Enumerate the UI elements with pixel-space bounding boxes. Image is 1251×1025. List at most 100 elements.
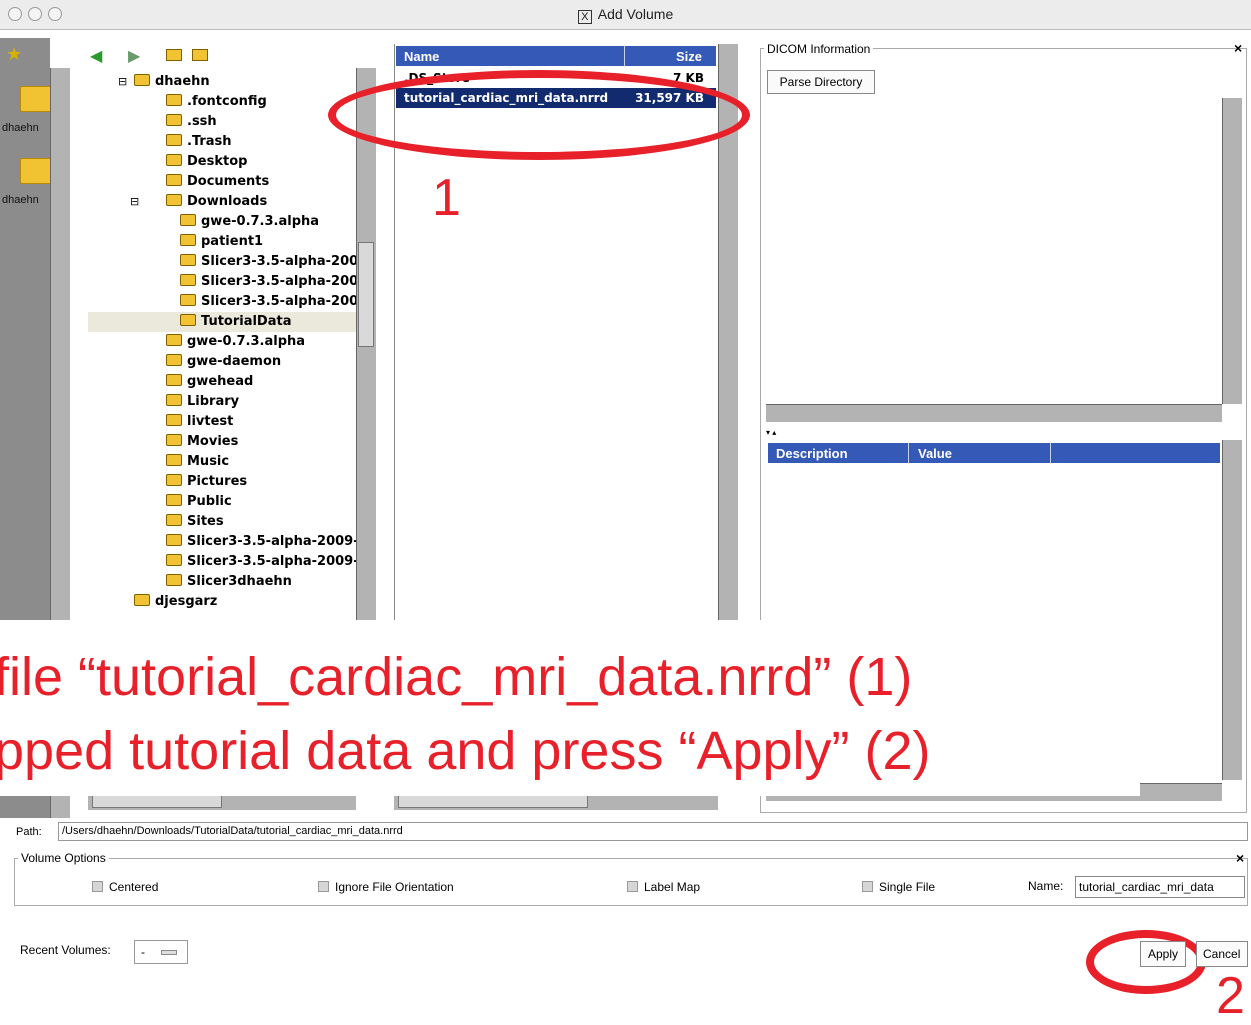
tree-scrollbar-thumb[interactable] (358, 242, 374, 347)
path-label: Path: (16, 826, 42, 838)
label-map-checkbox[interactable]: Label Map (627, 880, 700, 894)
folder-icon (166, 94, 182, 106)
tree-item-label: Slicer3dhaehn (187, 574, 292, 589)
tree-scrollbar[interactable] (356, 68, 376, 628)
instruction-line-1: file “tutorial_cardiac_mri_data.nrrd” (1… (0, 647, 913, 707)
tree-item[interactable]: Public (166, 492, 232, 512)
folder-icon (166, 514, 182, 526)
tree-item[interactable]: Slicer3dhaehn (166, 572, 292, 592)
tree-item-label: Slicer3-3.5-alpha-2009-1 (201, 254, 356, 269)
tree-item-label: Music (187, 454, 230, 469)
collapse-icon[interactable]: ⊟ (118, 72, 127, 92)
tree-item[interactable]: Desktop (166, 152, 247, 172)
tree-item[interactable]: Slicer3-3.5-alpha-2009-1 (180, 252, 356, 272)
folder-icon (134, 74, 150, 86)
directory-tree[interactable]: dhaehn ⊟ .fontconfig .ssh .Trash Desktop Docum… (88, 68, 356, 628)
folder-icon (180, 294, 196, 306)
forward-icon[interactable]: ▶ (128, 46, 140, 66)
folder-icon (166, 114, 182, 126)
folder-icon (180, 254, 196, 266)
dicom-close-icon[interactable]: × (1234, 40, 1242, 56)
volume-name-input[interactable]: tutorial_cardiac_mri_data (1075, 876, 1245, 898)
tree-item[interactable]: gwehead (166, 372, 253, 392)
tree-item[interactable]: Movies (166, 432, 238, 452)
tree-item-label: djesgarz (155, 594, 218, 609)
tree-item[interactable]: Music (166, 452, 229, 472)
single-file-checkbox[interactable]: Single File (862, 880, 935, 894)
tree-item-label: .ssh (187, 114, 217, 129)
folder-icon (180, 314, 196, 326)
tree-item[interactable]: djesgarz (134, 592, 217, 612)
tree-item[interactable]: Pictures (166, 472, 247, 492)
back-icon[interactable]: ◀ (90, 46, 102, 66)
tree-item[interactable]: gwe-0.7.3.alpha (166, 332, 305, 352)
tree-item-label: Documents (187, 174, 270, 189)
tree-item-label: gwe-daemon (187, 354, 282, 369)
instruction-overlay: file “tutorial_cardiac_mri_data.nrrd” (1… (0, 620, 1140, 796)
dicom-vertical-scrollbar[interactable] (1222, 98, 1242, 404)
splitter-handle[interactable]: ▾ ▴ (766, 428, 776, 437)
folder-icon (166, 434, 182, 446)
apply-button[interactable]: Apply (1140, 941, 1186, 967)
tree-item[interactable]: Slicer3-3.5-alpha-2009-12 (166, 552, 356, 572)
tree-item-label: Slicer3-3.5-alpha-2009-1 (201, 294, 356, 309)
path-field[interactable]: /Users/dhaehn/Downloads/TutorialData/tut… (58, 822, 1248, 841)
folder-icon (166, 494, 182, 506)
cancel-button[interactable]: Cancel (1196, 941, 1248, 967)
tree-item[interactable]: Sites (166, 512, 224, 532)
dicom-table-vertical-scrollbar[interactable] (1222, 440, 1242, 780)
favorite-label: dhaehn (2, 122, 39, 134)
folder-icon (166, 154, 182, 166)
parse-directory-button[interactable]: Parse Directory (767, 70, 875, 94)
tree-item[interactable]: Slicer3-3.5-alpha-2009-1 (180, 292, 356, 312)
folder-icon (166, 334, 182, 346)
name-label: Name: (1028, 879, 1064, 893)
favorite-folder-icon[interactable] (20, 158, 52, 184)
value-column-header[interactable]: Value (918, 446, 952, 461)
tree-item[interactable]: Library (166, 392, 239, 412)
tree-item-label: gwe-0.7.3.alpha (187, 334, 306, 349)
annotation-number-1: 1 (432, 169, 461, 227)
description-column-header[interactable]: Description (776, 446, 848, 461)
volume-options-close-icon[interactable]: × (1236, 850, 1244, 866)
folder-up-icon[interactable] (166, 49, 182, 61)
dicom-horizontal-scrollbar[interactable] (766, 404, 1222, 422)
folder-icon (180, 234, 196, 246)
new-folder-icon[interactable] (192, 49, 208, 61)
tree-item-selected[interactable]: TutorialData (88, 312, 356, 332)
ignore-file-orientation-checkbox[interactable]: Ignore File Orientation (318, 880, 454, 894)
name-column-header[interactable]: Name (404, 49, 439, 64)
tree-item[interactable]: .ssh (166, 112, 217, 132)
tree-item-label: .fontconfig (187, 94, 267, 109)
folder-icon (166, 174, 182, 186)
instruction-line-2: pped tutorial data and press “Apply” (2) (0, 721, 931, 781)
favorite-folder-icon[interactable] (20, 86, 52, 112)
tree-item[interactable]: Documents (166, 172, 269, 192)
folder-icon (166, 354, 182, 366)
collapse-icon[interactable]: ⊟ (130, 192, 139, 212)
folder-icon (166, 134, 182, 146)
tree-item[interactable]: .Trash (166, 132, 232, 152)
tree-item[interactable]: gwe-0.7.3.alpha (180, 212, 319, 232)
tree-item-label: gwe-0.7.3.alpha (201, 214, 320, 229)
tree-item[interactable]: .fontconfig (166, 92, 267, 112)
tree-item[interactable]: gwe-daemon (166, 352, 281, 372)
tree-item[interactable]: Downloads (166, 192, 267, 212)
tree-item[interactable]: patient1 (180, 232, 263, 252)
folder-icon (166, 414, 182, 426)
tree-item[interactable]: livtest (166, 412, 233, 432)
recent-volumes-select[interactable]: - (134, 940, 188, 964)
recent-volumes-label: Recent Volumes: (20, 943, 111, 957)
centered-checkbox[interactable]: Centered (92, 880, 158, 894)
size-column-header[interactable]: Size (676, 49, 702, 64)
tree-item-label: Slicer3-3.5-alpha-2009-11 (187, 534, 356, 549)
tree-item-label: Movies (187, 434, 239, 449)
folder-icon (166, 554, 182, 566)
folder-icon (166, 374, 182, 386)
tree-item[interactable]: Slicer3-3.5-alpha-2009-1 (180, 272, 356, 292)
tree-item-label: Library (187, 394, 240, 409)
tree-item[interactable]: Slicer3-3.5-alpha-2009-11 (166, 532, 356, 552)
star-icon[interactable]: ★ (6, 44, 22, 65)
tree-item[interactable]: dhaehn (134, 72, 210, 92)
folder-icon (166, 534, 182, 546)
